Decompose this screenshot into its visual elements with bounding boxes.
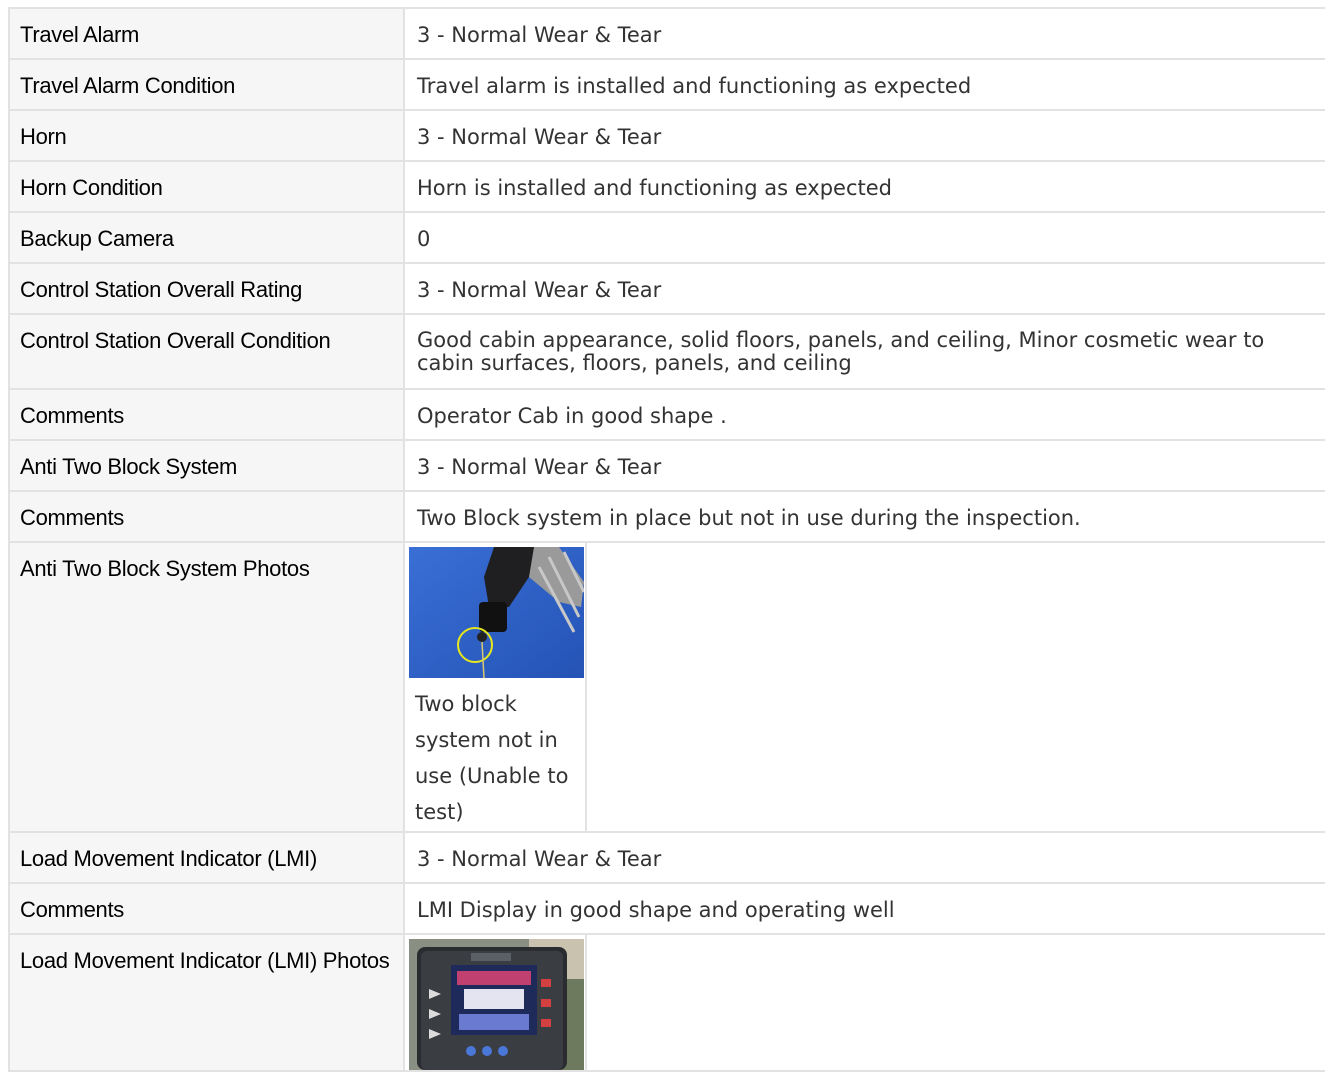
row-label: Travel Alarm Condition xyxy=(20,73,236,98)
row-value: LMI Display in good shape and operating … xyxy=(417,898,895,922)
photo-card xyxy=(405,935,587,1070)
row-value: Good cabin appearance, solid floors, pan… xyxy=(417,328,1265,375)
row-value: Travel alarm is installed and functionin… xyxy=(417,74,972,98)
table-row: Horn Condition Horn is installed and fun… xyxy=(8,160,1325,213)
row-value: Two Block system in place but not in use… xyxy=(417,506,1081,530)
row-value: 0 xyxy=(417,227,431,251)
row-value: 3 - Normal Wear & Tear xyxy=(417,278,662,302)
two-block-system-photo[interactable] xyxy=(409,547,584,678)
row-label: Control Station Overall Condition xyxy=(20,328,331,353)
lmi-display-photo[interactable] xyxy=(409,939,584,1070)
row-label: Backup Camera xyxy=(20,226,174,251)
row-label: Load Movement Indicator (LMI) Photos xyxy=(20,948,390,973)
table-row: Comments Operator Cab in good shape . xyxy=(8,388,1325,441)
row-value: Horn is installed and functioning as exp… xyxy=(417,176,892,200)
row-label: Load Movement Indicator (LMI) xyxy=(20,846,317,871)
row-label: Comments xyxy=(20,897,124,922)
photo-card: Two block system not in use (Unable to t… xyxy=(405,543,587,831)
row-value: 3 - Normal Wear & Tear xyxy=(417,125,662,149)
row-label: Anti Two Block System Photos xyxy=(20,556,310,581)
row-label: Anti Two Block System xyxy=(20,454,238,479)
photo-caption: Two block system not in use (Unable to t… xyxy=(415,692,569,824)
row-value: Operator Cab in good shape . xyxy=(417,404,727,428)
table-row: Comments LMI Display in good shape and o… xyxy=(8,882,1325,935)
row-label: Travel Alarm xyxy=(20,22,140,47)
inspection-table: Travel Alarm 3 - Normal Wear & Tear Trav… xyxy=(8,7,1325,1072)
table-row: Load Movement Indicator (LMI) Photos xyxy=(8,933,1325,1072)
table-row: Anti Two Block System Photos Two block s… xyxy=(8,541,1325,833)
row-label: Horn Condition xyxy=(20,175,163,200)
row-label: Comments xyxy=(20,403,124,428)
row-value: 3 - Normal Wear & Tear xyxy=(417,23,662,47)
table-row: Comments Two Block system in place but n… xyxy=(8,490,1325,543)
table-row: Horn 3 - Normal Wear & Tear xyxy=(8,109,1325,162)
row-value: 3 - Normal Wear & Tear xyxy=(417,455,662,479)
table-row: Load Movement Indicator (LMI) 3 - Normal… xyxy=(8,831,1325,884)
table-row: Travel Alarm Condition Travel alarm is i… xyxy=(8,58,1325,111)
row-label: Horn xyxy=(20,124,67,149)
table-row: Control Station Overall Condition Good c… xyxy=(8,313,1325,390)
row-label: Comments xyxy=(20,505,124,530)
row-value: 3 - Normal Wear & Tear xyxy=(417,847,662,871)
table-row: Backup Camera 0 xyxy=(8,211,1325,264)
table-row: Control Station Overall Rating 3 - Norma… xyxy=(8,262,1325,315)
table-row: Travel Alarm 3 - Normal Wear & Tear xyxy=(8,7,1325,60)
row-label: Control Station Overall Rating xyxy=(20,277,303,302)
table-row: Anti Two Block System 3 - Normal Wear & … xyxy=(8,439,1325,492)
